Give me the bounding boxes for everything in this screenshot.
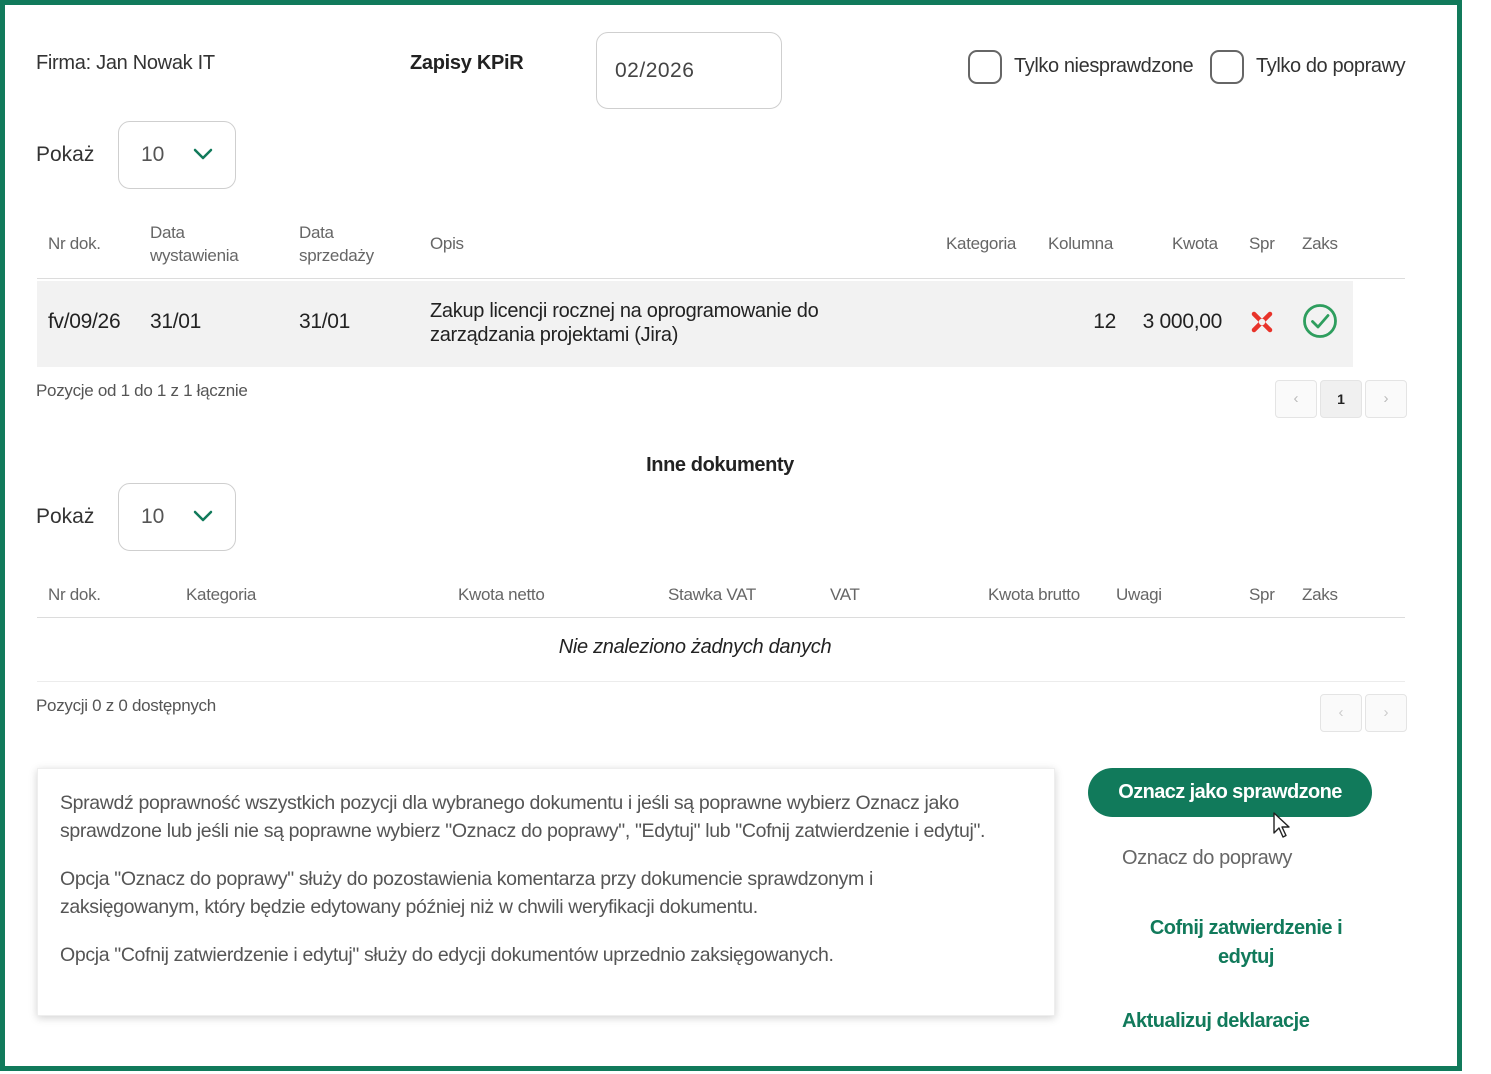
chevron-down-icon: [193, 148, 213, 160]
chevron-down-icon: [193, 510, 213, 522]
mark-checked-button[interactable]: Oznacz jako sprawdzone: [1088, 768, 1372, 817]
firm-name: Firma: Jan Nowak IT: [36, 52, 215, 74]
row-amount: 3 000,00: [1142, 310, 1223, 333]
other-col-header-checked[interactable]: Spr: [1249, 583, 1275, 606]
other-pagination-info: Pozycji 0 z 0 dostępnych: [36, 696, 216, 715]
instructions-paragraph-1: Sprawdź poprawność wszystkich pozycji dl…: [60, 789, 1032, 845]
col-header-issue-date-line2: wystawienia: [150, 246, 239, 265]
filter-correction-checkbox[interactable]: [1210, 50, 1244, 84]
filter-unchecked-label[interactable]: Tylko niesprawdzone: [1014, 55, 1194, 78]
row-description-line1: Zakup licencji rocznej na oprogramowanie…: [430, 300, 819, 322]
filter-correction-label[interactable]: Tylko do poprawy: [1256, 55, 1406, 78]
update-declarations-button[interactable]: Aktualizuj deklaracje: [1122, 1010, 1310, 1033]
instructions-p2-line2: zaksięgowanym, który będzie edytowany pó…: [60, 896, 758, 918]
row-description: Zakup licencji rocznej na oprogramowanie…: [430, 299, 819, 347]
kpir-pagination-info: Pozycje od 1 do 1 z 1 łącznie: [36, 381, 248, 400]
other-col-header-net[interactable]: Kwota netto: [458, 583, 545, 606]
instructions-p1-line1: Sprawdź poprawność wszystkich pozycji dl…: [60, 792, 959, 814]
col-header-category[interactable]: Kategoria: [946, 232, 1016, 255]
row-description-line2: zarządzania projektami (Jira): [430, 324, 679, 346]
col-header-column[interactable]: Kolumna: [1048, 232, 1113, 255]
other-docs-title: Inne dokumenty: [646, 454, 794, 476]
undo-and-edit-line2: edytuj: [1218, 946, 1274, 968]
table-divider: [37, 681, 1405, 682]
filter-unchecked-checkbox[interactable]: [968, 50, 1002, 84]
mark-correction-button[interactable]: Oznacz do poprawy: [1122, 847, 1292, 870]
col-header-booked[interactable]: Zaks: [1302, 232, 1338, 255]
col-header-issue-date-line1: Data: [150, 223, 185, 242]
other-col-header-vat[interactable]: VAT: [830, 583, 860, 606]
pagination-next-button[interactable]: ›: [1365, 380, 1407, 418]
other-col-header-gross[interactable]: Kwota brutto: [988, 583, 1080, 606]
page-size-value: 10: [141, 143, 165, 166]
other-page-size-label: Pokaż: [36, 505, 95, 528]
page-size-select[interactable]: 10: [118, 121, 236, 189]
pagination-page-button[interactable]: 1: [1320, 380, 1362, 418]
other-pagination-prev-button[interactable]: ‹: [1320, 694, 1362, 732]
cross-icon[interactable]: [1249, 309, 1275, 335]
undo-and-edit-button[interactable]: Cofnij zatwierdzenie i edytuj: [1130, 914, 1362, 972]
col-header-issue-date[interactable]: Data wystawienia: [150, 221, 239, 267]
table-divider: [37, 278, 1405, 279]
page-size-label: Pokaż: [36, 143, 95, 166]
empty-table-message: Nie znaleziono żadnych danych: [558, 636, 832, 658]
other-col-header-category[interactable]: Kategoria: [186, 583, 256, 606]
row-issue-date: 31/01: [150, 310, 202, 333]
row-nr: fv/09/26: [48, 310, 121, 333]
instructions-p1-line2: sprawdzone lub jeśli nie są poprawne wyb…: [60, 820, 986, 842]
col-header-sale-date[interactable]: Data sprzedaży: [299, 221, 374, 267]
col-header-nr[interactable]: Nr dok.: [48, 232, 101, 255]
other-page-size-value: 10: [141, 505, 165, 528]
pagination-prev-button[interactable]: ‹: [1275, 380, 1317, 418]
instructions-p2-line1: Opcja "Oznacz do poprawy" służy do pozos…: [60, 868, 873, 890]
table-divider: [37, 617, 1405, 618]
check-circle-icon[interactable]: [1302, 303, 1338, 339]
undo-and-edit-line1: Cofnij zatwierdzenie i: [1149, 917, 1343, 939]
other-pagination-next-button[interactable]: ›: [1365, 694, 1407, 732]
col-header-sale-date-line1: Data: [299, 223, 334, 242]
row-column: 12: [1093, 310, 1116, 333]
col-header-description[interactable]: Opis: [430, 232, 464, 255]
mouse-cursor-icon: [1273, 812, 1290, 838]
period-input[interactable]: 02/2026: [596, 32, 782, 109]
page-title: Zapisy KPiR: [410, 52, 524, 74]
other-col-header-vat-rate[interactable]: Stawka VAT: [668, 583, 756, 606]
other-col-header-notes[interactable]: Uwagi: [1116, 583, 1162, 606]
other-col-header-booked[interactable]: Zaks: [1302, 583, 1338, 606]
col-header-amount[interactable]: Kwota: [1172, 232, 1218, 255]
col-header-sale-date-line2: sprzedaży: [299, 246, 374, 265]
row-sale-date: 31/01: [299, 310, 351, 333]
instructions-paragraph-3: Opcja "Cofnij zatwierdzenie i edytuj" sł…: [60, 944, 834, 966]
other-col-header-nr[interactable]: Nr dok.: [48, 583, 101, 606]
instructions-paragraph-2: Opcja "Oznacz do poprawy" służy do pozos…: [60, 865, 1032, 921]
instructions-panel: Sprawdź poprawność wszystkich pozycji dl…: [37, 768, 1055, 1016]
other-page-size-select[interactable]: 10: [118, 483, 236, 551]
col-header-checked[interactable]: Spr: [1249, 232, 1275, 255]
